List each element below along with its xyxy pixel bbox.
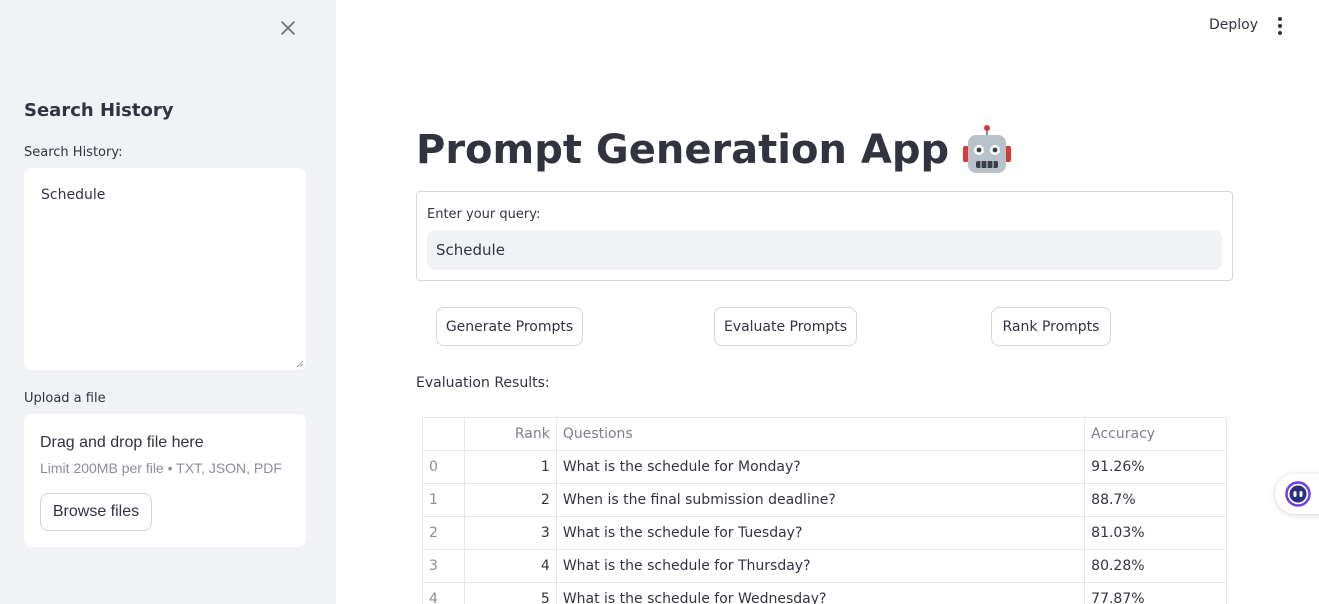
row-index: 4 [422,582,465,604]
table-row: 3 4 What is the schedule for Thursday? 8… [422,549,1227,583]
accuracy-cell[interactable]: 77.87% [1084,582,1227,604]
search-history-label: Search History: [24,145,123,160]
dropzone-title: Drag and drop file here [40,434,204,451]
close-icon [281,21,295,35]
more-vertical-icon[interactable] [1270,15,1290,37]
question-cell[interactable]: What is the schedule for Monday? [555,450,1086,484]
rank-cell[interactable]: 5 [463,582,557,604]
row-index: 2 [422,516,465,550]
search-history-textarea[interactable]: Schedule [24,168,306,370]
evaluate-prompts-button[interactable]: Evaluate Prompts [714,307,857,346]
results-table[interactable]: Rank Questions Accuracy 0 1 What is the … [422,417,1227,604]
row-index: 0 [422,450,465,484]
accuracy-cell[interactable]: 88.7% [1084,483,1227,517]
generate-prompts-button[interactable]: Generate Prompts [436,307,583,346]
row-index: 1 [422,483,465,517]
rank-header[interactable]: Rank [463,417,557,451]
rank-cell[interactable]: 2 [463,483,557,517]
sidebar: Search History Search History: Schedule … [0,0,336,604]
table-header-row: Rank Questions Accuracy [422,417,1227,451]
assistant-icon [1285,481,1311,507]
dropzone-limit-text: Limit 200MB per file • TXT, JSON, PDF [40,460,282,476]
deploy-button[interactable]: Deploy [1209,17,1258,33]
close-sidebar-button[interactable] [276,16,300,40]
table-row: 2 3 What is the schedule for Tuesday? 81… [422,516,1227,550]
upload-label: Upload a file [24,391,106,406]
table-row: 4 5 What is the schedule for Wednesday? … [422,582,1227,604]
index-header [422,417,465,451]
browse-files-button[interactable]: Browse files [40,493,152,531]
rank-cell[interactable]: 4 [463,549,557,583]
questions-header[interactable]: Questions [555,417,1086,451]
table-row: 1 2 When is the final submission deadlin… [422,483,1227,517]
resize-grip-icon[interactable] [296,360,304,368]
question-cell[interactable]: What is the schedule for Wednesday? [555,582,1086,604]
question-cell[interactable]: What is the schedule for Tuesday? [555,516,1086,550]
results-label: Evaluation Results: [416,375,550,391]
question-cell[interactable]: When is the final submission deadline? [555,483,1086,517]
sidebar-heading: Search History [24,100,174,121]
rank-prompts-button[interactable]: Rank Prompts [991,307,1111,346]
page-title: Prompt Generation App [416,124,1013,176]
search-history-value: Schedule [41,187,106,203]
question-cell[interactable]: What is the schedule for Thursday? [555,549,1086,583]
assistant-launcher[interactable] [1275,474,1319,514]
rank-cell[interactable]: 1 [463,450,557,484]
table-row: 0 1 What is the schedule for Monday? 91.… [422,450,1227,484]
query-label: Enter your query: [427,207,541,222]
accuracy-cell[interactable]: 80.28% [1084,549,1227,583]
accuracy-header[interactable]: Accuracy [1084,417,1227,451]
robot-icon [963,125,1012,173]
row-index: 3 [422,549,465,583]
query-form: Enter your query: [416,191,1233,281]
query-input[interactable] [427,230,1222,270]
file-dropzone[interactable]: Drag and drop file here Limit 200MB per … [24,414,306,547]
accuracy-cell[interactable]: 91.26% [1084,450,1227,484]
accuracy-cell[interactable]: 81.03% [1084,516,1227,550]
rank-cell[interactable]: 3 [463,516,557,550]
page-title-text: Prompt Generation App [416,127,950,173]
